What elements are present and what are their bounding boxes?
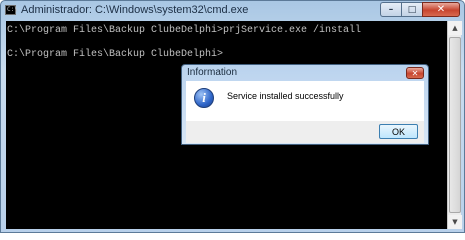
console-line-command: C:\Program Files\Backup ClubeDelphi>prjS…	[7, 25, 362, 36]
window-title: Administrador: C:\Windows\system32\cmd.e…	[21, 4, 249, 16]
cmd-titlebar[interactable]: C:\ Administrador: C:\Windows\system32\c…	[1, 1, 464, 21]
minimize-button[interactable]: –	[380, 2, 401, 17]
dialog-close-button[interactable]: ✕	[406, 67, 424, 79]
information-icon: i	[194, 88, 214, 108]
window-controls: – □ ✕	[380, 2, 460, 17]
close-button[interactable]: ✕	[422, 2, 460, 17]
maximize-button[interactable]: □	[401, 2, 422, 17]
ok-button[interactable]: OK	[379, 124, 418, 139]
information-dialog: Information ✕ i Service installed succes…	[181, 64, 429, 145]
dialog-footer: OK	[186, 121, 424, 143]
dialog-title: Information	[187, 67, 238, 78]
dialog-body: i Service installed successfully	[186, 81, 424, 121]
scroll-up-icon[interactable]: ▲	[448, 21, 462, 35]
vertical-scrollbar[interactable]: ▲ ▼	[447, 21, 462, 229]
cmd-app-icon[interactable]: C:\	[5, 5, 18, 15]
console-line-prompt: C:\Program Files\Backup ClubeDelphi>	[7, 49, 224, 60]
dialog-message: Service installed successfully	[227, 91, 344, 101]
scrollbar-thumb[interactable]	[449, 37, 461, 213]
scroll-down-icon[interactable]: ▼	[448, 215, 462, 229]
